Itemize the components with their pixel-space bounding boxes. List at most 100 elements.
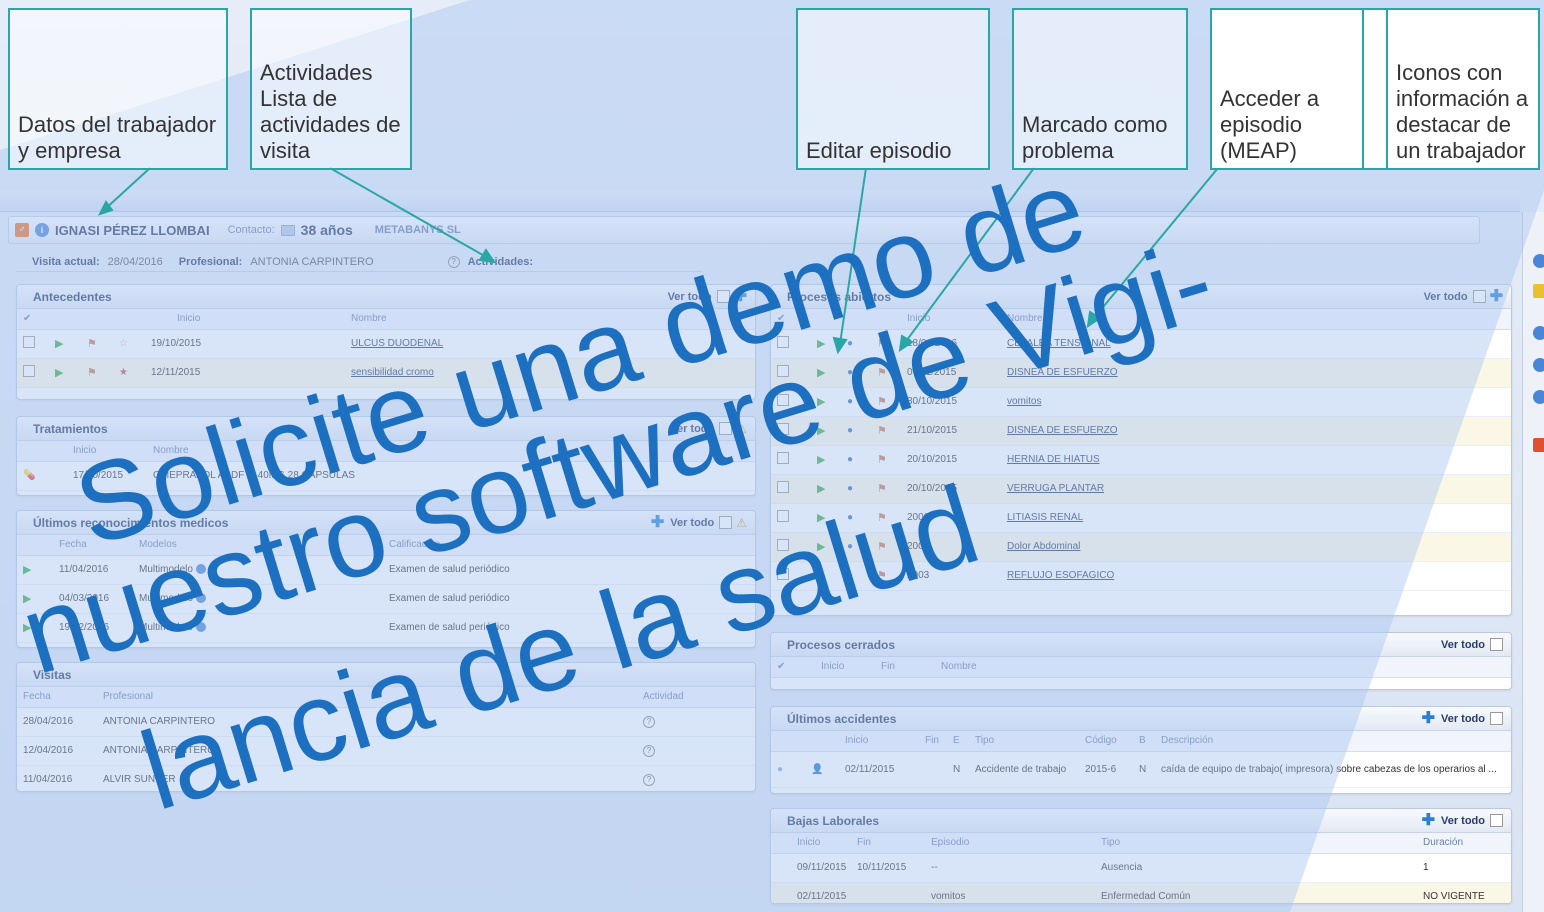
ver-todo-link[interactable]: Ver todo [1441,713,1485,725]
row-checkbox[interactable] [777,539,789,551]
info-icon[interactable] [195,593,206,604]
play-icon[interactable]: ▶ [817,512,825,524]
edit-dot-icon[interactable]: ● [847,454,853,465]
flag-icon[interactable]: ⚑ [877,425,887,437]
help-icon[interactable]: ? [643,715,655,728]
play-icon[interactable]: ▶ [817,396,825,408]
play-icon[interactable]: ▶ [23,564,31,576]
globe-icon[interactable] [1533,254,1544,268]
play-icon[interactable]: ▶ [817,570,825,582]
table-row[interactable]: 09/11/2015 10/11/2015 -- Ausencia 1 [771,853,1511,883]
edit-dot-icon[interactable]: ● [847,367,853,378]
flag-icon[interactable]: ⚑ [877,570,887,582]
ver-todo-checkbox[interactable] [719,422,733,435]
table-row[interactable]: ● 👤 02/11/2015 N Accidente de trabajo 20… [771,751,1511,788]
edit-dot-icon[interactable]: ● [847,396,853,407]
ver-todo-link[interactable]: Ver todo [670,517,714,529]
flag-icon[interactable]: ⚑ [877,541,887,553]
edit-dot-icon[interactable]: ● [847,570,853,581]
edit-dot-icon[interactable]: ● [847,483,853,494]
info-icon[interactable] [1533,390,1544,404]
table-row[interactable]: ▶ ● ⚑ 2006 Dolor Abdominal [771,532,1511,562]
ver-todo-link[interactable]: Ver todo [1441,815,1485,827]
row-name-link[interactable]: vomitos [1007,396,1041,407]
row-name-link[interactable]: DISNEA DE ESFUERZO [1007,425,1118,436]
ver-todo-link[interactable]: Ver todo [670,423,714,435]
flag-icon[interactable]: ⚑ [877,338,887,350]
star-icon[interactable]: ★ [119,367,128,378]
ver-todo-link[interactable]: Ver todo [1424,291,1468,303]
table-row[interactable]: 11/04/2016 ALVIR SUNYER ? [17,765,755,791]
play-icon[interactable]: ▶ [817,454,825,466]
row-checkbox[interactable] [777,423,789,435]
table-row[interactable]: ▶ ● ⚑ 2006 LITIASIS RENAL [771,503,1511,533]
alert-icon[interactable] [1533,438,1544,452]
help-icon[interactable]: ? [643,773,655,786]
contact-card-icon[interactable] [280,224,295,236]
play-icon[interactable]: ▶ [55,338,63,350]
row-name-link[interactable]: Dolor Abdominal [1007,541,1080,552]
info-icon[interactable] [1533,358,1544,372]
edit-dot-icon[interactable]: ● [847,541,853,552]
table-row[interactable]: 💊 17/10/2015 OMEPRAZOL ABDF G 40MG 28 CA… [17,461,755,491]
ver-todo-checkbox[interactable] [1490,712,1503,725]
row-checkbox[interactable] [23,336,35,348]
ver-todo-link[interactable]: Ver todo [1441,639,1485,651]
info-icon[interactable]: i [35,223,49,237]
row-checkbox[interactable] [777,365,789,377]
star-icon[interactable]: ☆ [119,338,128,349]
flag-icon[interactable]: ⚑ [877,367,887,379]
flag-icon[interactable]: ⚑ [877,454,887,466]
table-row[interactable]: ▶ ⚑ ★ 12/11/2015 sensibilidad cromo [17,358,755,388]
table-row[interactable]: ▶ ● ⚑ 21/10/2015 DISNEA DE ESFUERZO [771,416,1511,446]
table-row[interactable]: ▶ ● ⚑ 18/04/2016 CEFALEA TENSIONAL [771,329,1511,359]
play-icon[interactable]: ▶ [817,367,825,379]
row-checkbox[interactable] [777,481,789,493]
pin-icon[interactable]: ● [777,764,783,775]
row-name-link[interactable]: LITIASIS RENAL [1007,512,1083,523]
play-icon[interactable]: ▶ [817,425,825,437]
row-name-link[interactable]: sensibilidad cromo [351,367,434,378]
add-icon[interactable]: ✚ [1422,710,1435,726]
play-icon[interactable]: ▶ [817,541,825,553]
row-checkbox[interactable] [23,365,35,377]
add-icon[interactable]: ✚ [734,288,747,304]
table-row[interactable]: ▶ ● ⚑ 07/11/2015 DISNEA DE ESFUERZO [771,358,1511,388]
edit-dot-icon[interactable]: ● [847,512,853,523]
table-row[interactable]: ▶ ● ⚑ 20/10/2015 VERRUGA PLANTAR [771,474,1511,504]
table-row[interactable]: ▶ 11/04/2016 Multimodelo Examen de salud… [17,555,755,585]
ver-todo-link[interactable]: Ver todo [668,291,712,303]
play-icon[interactable]: ▶ [817,483,825,495]
add-icon[interactable]: ✚ [1490,288,1503,304]
add-icon[interactable]: ✚ [651,514,664,530]
play-icon[interactable]: ▶ [23,593,31,605]
table-row[interactable]: ▶ 19/02/2016 Multimodelo Examen de salud… [17,613,755,643]
row-checkbox[interactable] [777,568,789,580]
ver-todo-checkbox[interactable] [1490,638,1503,651]
table-row[interactable]: ▶ ● ⚑ 20/10/2015 HERNIA DE HIATUS [771,445,1511,475]
table-row[interactable]: 12/04/2016 ANTONIA CARPINTERO ? [17,736,755,766]
activities-label[interactable]: Actividades: [468,256,533,268]
info-icon[interactable] [195,564,206,575]
edit-dot-icon[interactable]: ● [847,338,853,349]
table-row[interactable]: ▶ 04/03/2016 Multimodelo Examen de salud… [17,584,755,614]
edit-dot-icon[interactable]: ● [847,425,853,436]
play-icon[interactable]: ▶ [55,367,63,379]
row-checkbox[interactable] [777,510,789,522]
ver-todo-checkbox[interactable] [1490,814,1503,827]
row-checkbox[interactable] [777,336,789,348]
table-row[interactable]: 02/11/2015 vomitos Enfermedad Común NO V… [771,882,1511,903]
row-name-link[interactable]: REFLUJO ESOFAGICO [1007,570,1114,581]
add-icon[interactable]: ✚ [1422,812,1435,828]
flag-icon[interactable]: ⚑ [877,483,887,495]
ver-todo-checkbox[interactable] [716,290,730,303]
ver-todo-checkbox[interactable] [1472,290,1486,303]
flag-icon[interactable] [1533,284,1544,298]
table-row[interactable]: ▶ ● ⚑ 2003 REFLUJO ESOFAGICO [771,561,1511,591]
flag-icon[interactable]: ⚑ [87,338,97,350]
ver-todo-checkbox[interactable] [719,516,733,529]
play-icon[interactable]: ▶ [23,622,31,634]
info-icon[interactable] [195,622,206,633]
row-name-link[interactable]: ULCUS DUODENAL [351,338,443,349]
row-name-link[interactable]: CEFALEA TENSIONAL [1007,338,1111,349]
